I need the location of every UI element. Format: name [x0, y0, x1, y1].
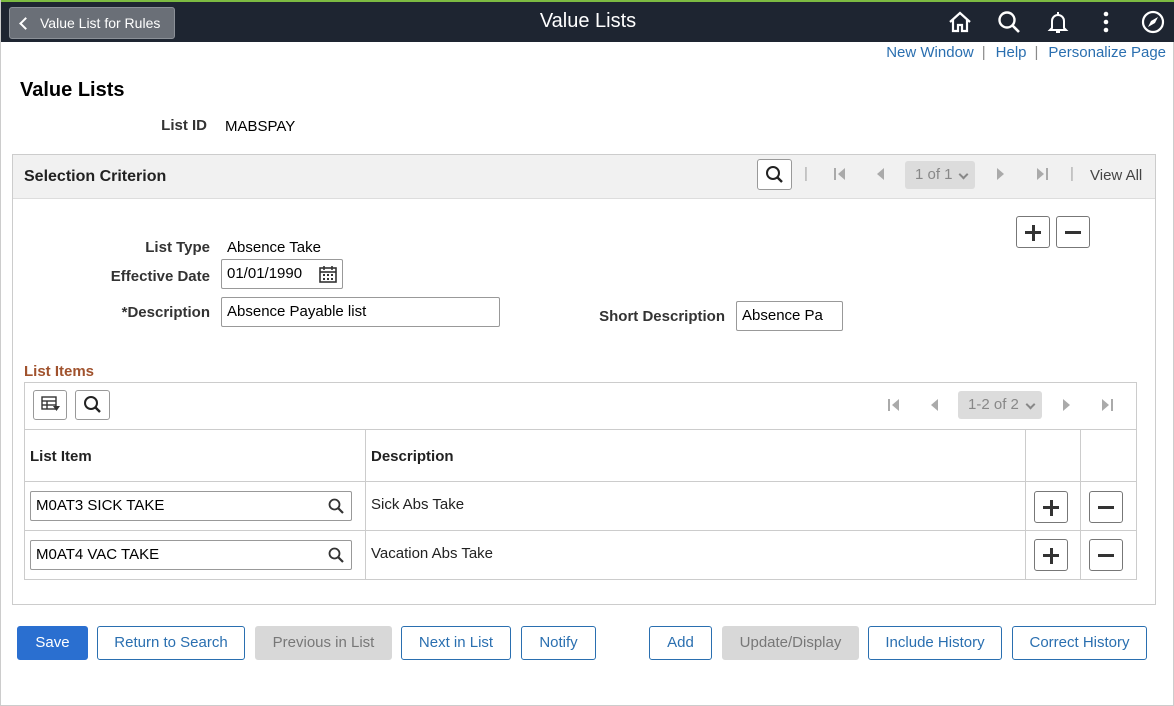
last-page-icon[interactable]	[1100, 397, 1114, 413]
table-row: M0AT4 VAC TAKE	[25, 531, 366, 579]
next-page-icon[interactable]	[1061, 397, 1073, 413]
link-separator: |	[1034, 44, 1039, 61]
column-header-add	[1026, 429, 1081, 482]
bell-icon[interactable]	[1045, 9, 1071, 35]
pager-divider: |	[1070, 165, 1074, 182]
page-title: Value Lists	[20, 79, 125, 101]
pager-select-value: 1 of 1	[915, 166, 953, 183]
column-header-label: Description	[371, 448, 454, 465]
lookup-icon[interactable]	[327, 497, 345, 515]
delete-row-button[interactable]	[1089, 539, 1123, 571]
save-button[interactable]: Save	[17, 626, 88, 660]
view-all-link[interactable]: View All	[1090, 167, 1142, 184]
search-icon	[84, 396, 101, 413]
table-cell-description: Sick Abs Take	[366, 482, 1026, 531]
correct-history-button[interactable]: Correct History	[1012, 626, 1147, 660]
previous-page-icon[interactable]	[874, 166, 886, 182]
minus-icon	[1098, 506, 1114, 509]
add-button[interactable]: Add	[649, 626, 712, 660]
more-vertical-icon[interactable]	[1093, 9, 1119, 35]
list-items-grid: 1-2 of 2 List Item Description M0AT3 SIC…	[24, 382, 1137, 580]
effective-date-field[interactable]: 01/01/1990	[221, 259, 343, 289]
selection-criterion-title: Selection Criterion	[24, 168, 167, 185]
link-separator: |	[981, 44, 986, 61]
grid-find-button[interactable]	[75, 390, 110, 420]
row-add-cell	[1026, 482, 1081, 531]
list-item-field[interactable]: M0AT3 SICK TAKE	[30, 491, 352, 521]
find-button[interactable]	[757, 159, 792, 190]
grid-pager-value: 1-2 of 2	[968, 396, 1019, 413]
row-description: Sick Abs Take	[371, 496, 465, 513]
list-item-value: M0AT4 VAC TAKE	[36, 546, 160, 563]
notify-button[interactable]: Notify	[521, 626, 596, 660]
table-row: M0AT3 SICK TAKE	[25, 482, 366, 531]
banner: Value List for Rules Value Lists	[1, 2, 1174, 42]
grid-settings-icon	[41, 396, 60, 411]
column-header-delete	[1081, 429, 1136, 482]
row-add-cell	[1026, 531, 1081, 579]
last-page-icon[interactable]	[1035, 166, 1049, 182]
add-row-button[interactable]	[1034, 539, 1068, 571]
grid-pager-select[interactable]: 1-2 of 2	[958, 391, 1042, 419]
search-icon[interactable]	[996, 9, 1022, 35]
navbar-compass-icon[interactable]	[1140, 9, 1166, 35]
column-header-label: List Item	[30, 448, 92, 465]
first-page-icon[interactable]	[887, 397, 901, 413]
description-label: *Description	[121, 304, 210, 321]
row-description: Vacation Abs Take	[371, 545, 494, 562]
include-history-button[interactable]: Include History	[868, 626, 1002, 660]
calendar-icon[interactable]	[318, 264, 338, 284]
new-window-link[interactable]: New Window	[886, 44, 974, 61]
list-item-field[interactable]: M0AT4 VAC TAKE	[30, 540, 352, 570]
help-link[interactable]: Help	[996, 44, 1027, 61]
next-page-icon[interactable]	[995, 166, 1007, 182]
home-icon[interactable]	[947, 9, 973, 35]
selection-criterion-header: Selection Criterion | 1 of 1 | View All	[13, 155, 1155, 199]
personalize-page-link[interactable]: Personalize Page	[1048, 44, 1166, 61]
minus-icon	[1098, 554, 1114, 557]
chevron-down-icon	[1025, 399, 1036, 410]
column-header-description: Description	[366, 429, 1026, 482]
return-to-search-button[interactable]: Return to Search	[97, 626, 245, 660]
list-type-value: Absence Take	[227, 239, 321, 256]
list-id-value: MABSPAY	[225, 118, 296, 135]
row-delete-cell	[1081, 482, 1136, 531]
lookup-icon[interactable]	[327, 546, 345, 564]
page: Value List for Rules Value Lists New Win…	[0, 0, 1174, 706]
pager-divider: |	[804, 165, 808, 182]
list-items-title: List Items	[24, 363, 95, 380]
next-in-list-button[interactable]: Next in List	[401, 626, 511, 660]
chevron-down-icon	[958, 169, 969, 180]
description-field[interactable]: Absence Payable list	[221, 297, 500, 327]
effective-date-label: Effective Date	[110, 268, 210, 285]
previous-page-icon[interactable]	[928, 397, 940, 413]
short-description-field[interactable]: Absence Pa	[736, 301, 843, 331]
effective-date-value: 01/01/1990	[227, 265, 303, 282]
table-cell-description: Vacation Abs Take	[366, 531, 1026, 579]
first-page-icon[interactable]	[833, 166, 847, 182]
column-header-list-item: List Item	[25, 429, 366, 482]
personalize-grid-button[interactable]	[33, 390, 67, 420]
add-row-button[interactable]	[1034, 491, 1068, 523]
pager-select[interactable]: 1 of 1	[905, 161, 975, 189]
list-type-label: List Type	[145, 239, 210, 256]
add-row-button[interactable]	[1016, 216, 1050, 248]
delete-row-button[interactable]	[1056, 216, 1090, 248]
list-id-label: List ID	[161, 117, 207, 134]
row-delete-cell	[1081, 531, 1136, 579]
short-description-label: Short Description	[599, 308, 725, 325]
header-links: New Window | Help | Personalize Page	[886, 44, 1166, 61]
update-display-button[interactable]: Update/Display	[722, 626, 859, 660]
minus-icon	[1065, 231, 1081, 234]
previous-in-list-button[interactable]: Previous in List	[255, 626, 392, 660]
search-icon	[766, 166, 783, 183]
list-item-value: M0AT3 SICK TAKE	[36, 497, 165, 514]
delete-row-button[interactable]	[1089, 491, 1123, 523]
